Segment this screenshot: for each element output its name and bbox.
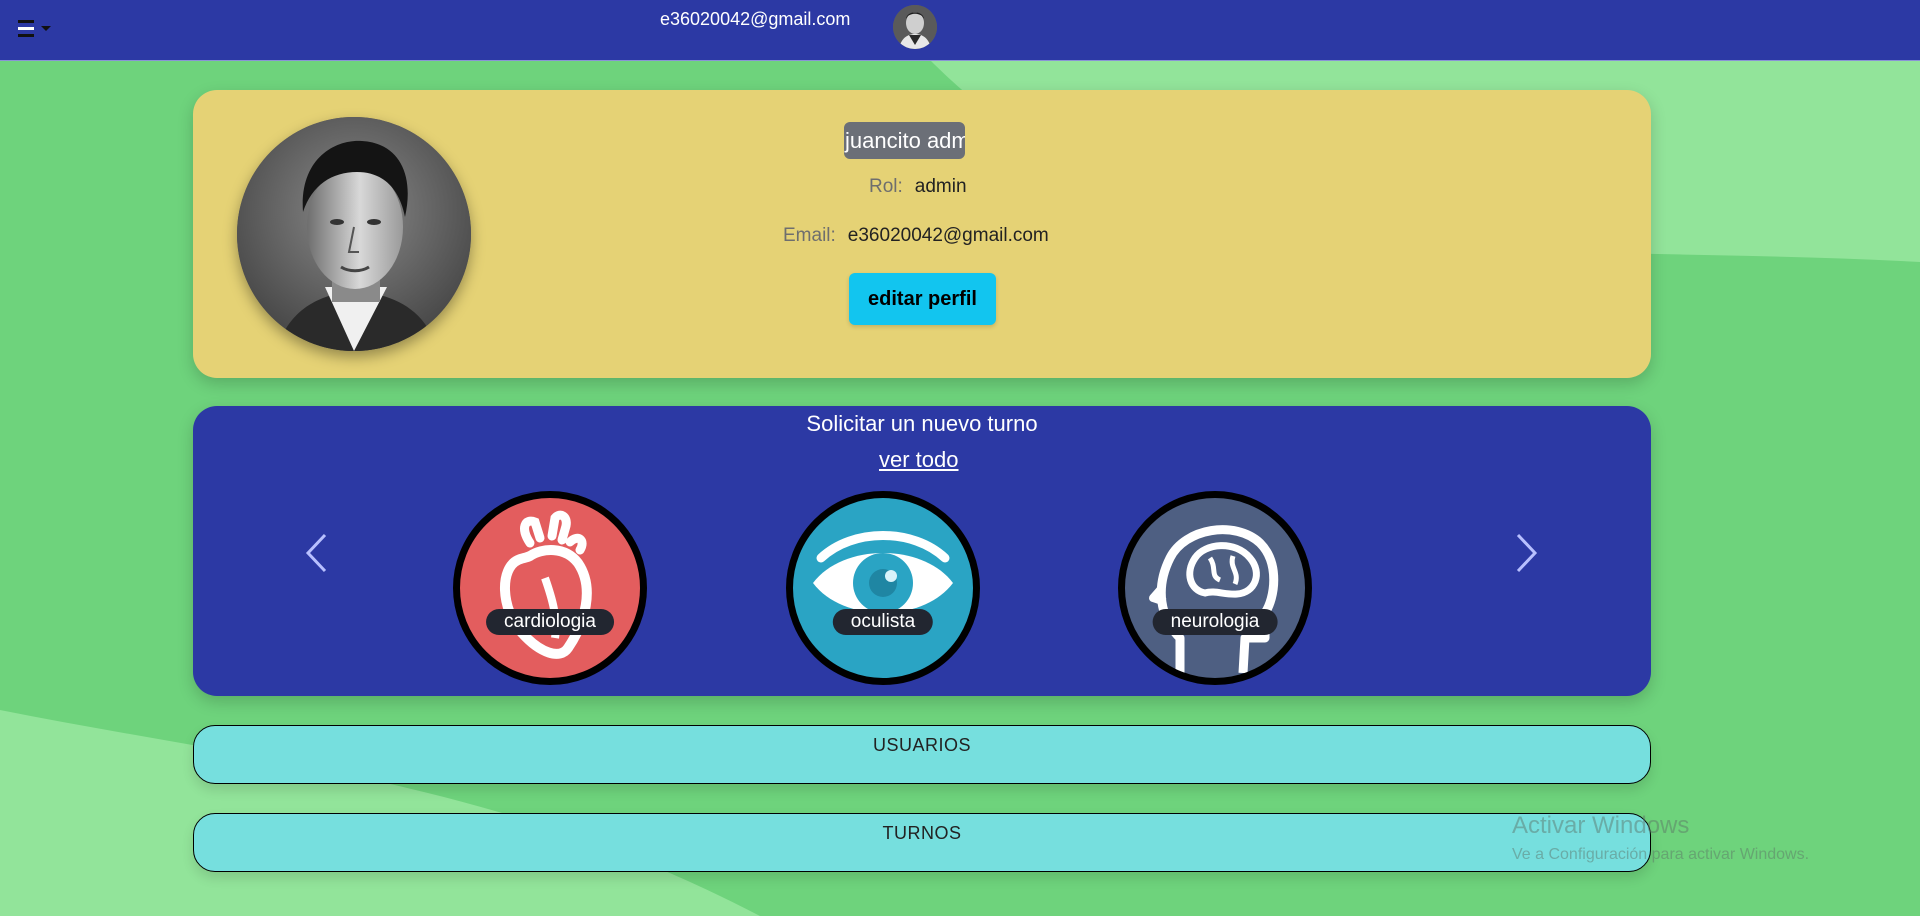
caret-down-icon [41,26,51,31]
chevron-left-icon[interactable] [303,532,329,574]
profile-name: juancito adminr [844,122,965,159]
profile-email-row: Email: e36020042@gmail.com [783,225,1049,247]
specialty-label: neurologia [1152,609,1278,635]
specialty-neurologia[interactable]: neurologia [1118,491,1312,685]
specialty-label: oculista [832,609,934,635]
nav-user-email: e36020042@gmail.com [660,9,851,29]
menu-bars [18,20,34,37]
role-label: Rol: [869,176,903,197]
profile-avatar [237,117,471,351]
avatar-portrait-icon [893,5,937,49]
new-appointment-title: Solicitar un nuevo turno [806,411,1038,436]
heart-icon [500,510,592,659]
chevron-right-icon[interactable] [1514,532,1540,574]
specialty-cardiologia[interactable]: cardiologia [453,491,647,685]
top-navbar: e36020042@gmail.com [0,0,1920,61]
see-all-link[interactable]: ver todo [879,447,959,473]
email-label: Email: [783,225,836,246]
brain-head-icon [1149,525,1279,674]
profile-role-row: Rol: admin [869,176,967,198]
turnos-section-button[interactable]: TURNOS [193,813,1651,872]
specialty-oculista[interactable]: oculista [786,491,980,685]
role-value: admin [914,176,967,197]
usuarios-section-button[interactable]: USUARIOS [193,725,1651,784]
nav-avatar[interactable] [893,5,937,49]
profile-card: juancito adminr Rol: admin Email: e3602004… [193,90,1651,378]
eye-icon [813,531,953,613]
hamburger-menu-icon[interactable] [16,18,54,42]
new-appointment-card: Solicitar un nuevo turno ver todo cardio… [193,406,1651,696]
specialty-label: cardiologia [486,609,614,635]
profile-portrait-icon [237,117,471,351]
email-value: e36020042@gmail.com [847,225,1049,246]
edit-profile-button[interactable]: editar perfil [849,273,996,325]
